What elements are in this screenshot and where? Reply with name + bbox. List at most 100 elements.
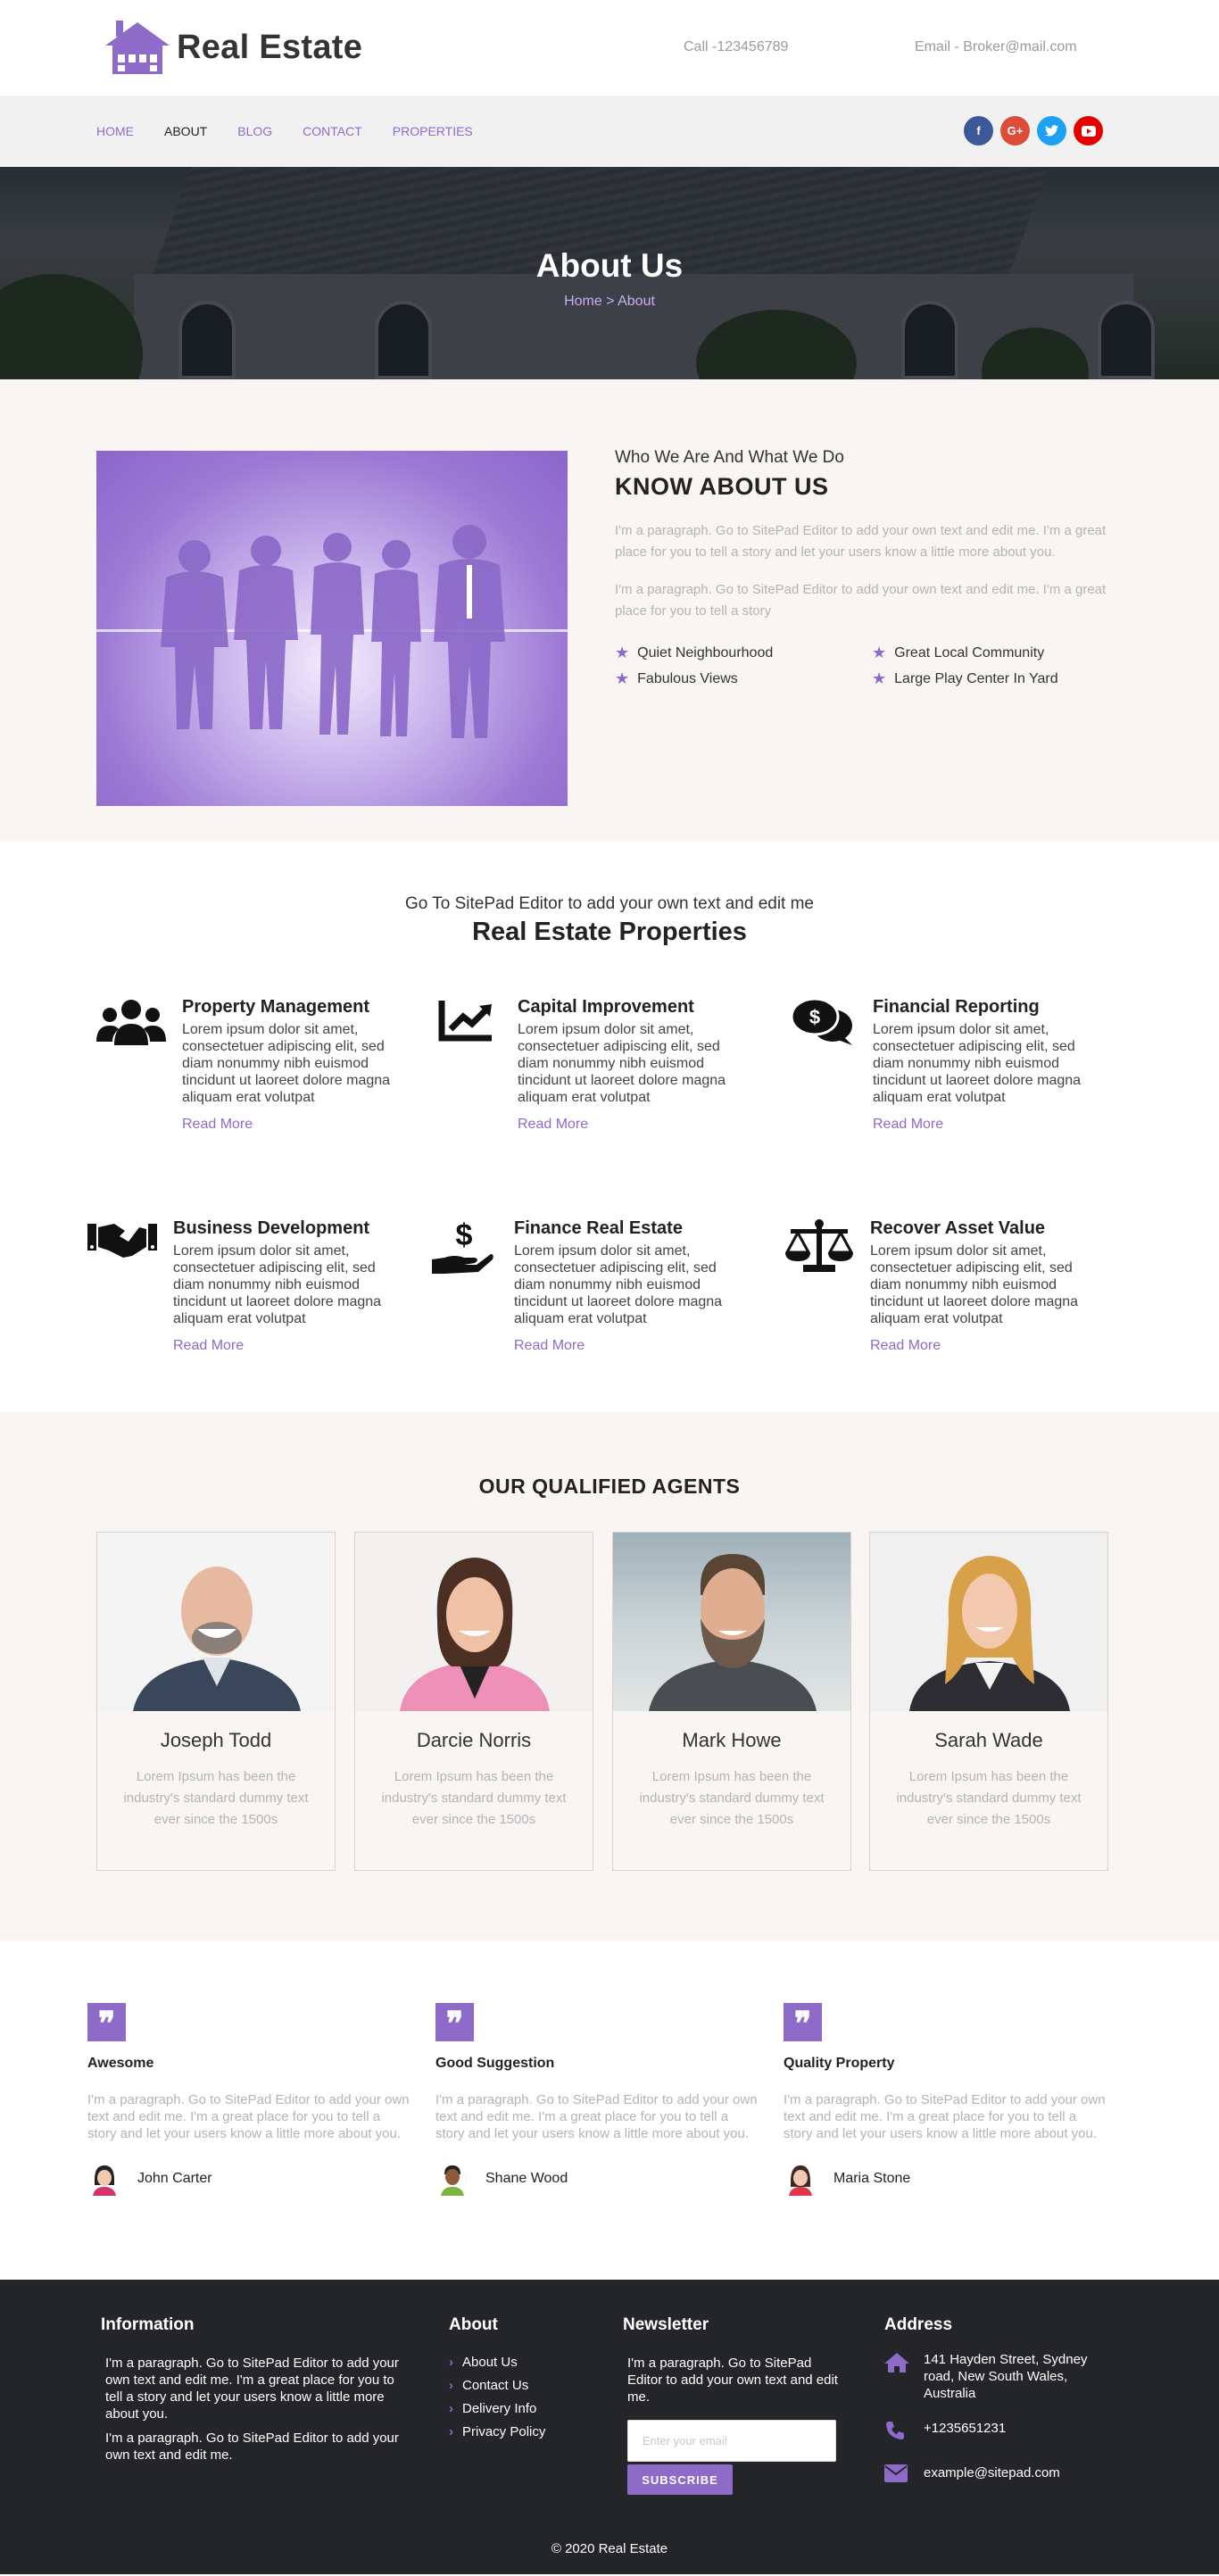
twitter-icon[interactable] — [1037, 116, 1066, 145]
header-phone: Call -123456789 — [684, 39, 789, 54]
chevron-right-icon: › — [449, 2401, 453, 2416]
star-icon: ★ — [615, 669, 630, 687]
nav-home[interactable]: HOME — [96, 124, 134, 138]
service-description: Lorem ipsum dolor sit amet, consectetuer… — [870, 1243, 1079, 1326]
social-links: f G+ — [964, 116, 1103, 145]
quote-icon: ❞ — [784, 2003, 822, 2041]
footer-link-contact-us[interactable]: › Contact Us — [449, 2378, 592, 2393]
page-title: About Us — [535, 247, 684, 284]
footer-heading: Address — [884, 2315, 953, 2334]
breadcrumb-separator: > — [601, 294, 618, 309]
phone-text[interactable]: +1235651231 — [924, 2420, 1006, 2437]
agent-photo — [97, 1533, 335, 1711]
about-paragraph: I'm a paragraph. Go to SitePad Editor to… — [615, 582, 1107, 619]
header-email: Email - Broker@mail.com — [915, 39, 1077, 54]
nav-about[interactable]: ABOUT — [164, 124, 207, 138]
testimonial-card: ❞ Awesome I'm a paragraph. Go to SitePad… — [87, 2003, 412, 2196]
hero-content: About Us Home > About — [0, 247, 1219, 310]
testimonial-text: I'm a paragraph. Go to SitePad Editor to… — [87, 2092, 410, 2141]
users-icon — [96, 997, 166, 1133]
youtube-icon[interactable] — [1074, 116, 1103, 145]
service-title: Financial Reporting — [873, 997, 1040, 1017]
service-description: Lorem ipsum dolor sit amet, consectetuer… — [873, 1022, 1082, 1105]
footer-link-delivery-info[interactable]: › Delivery Info — [449, 2401, 592, 2416]
chevron-right-icon: › — [449, 2355, 453, 2370]
svg-text:$: $ — [456, 1218, 473, 1252]
agent-photo — [870, 1533, 1107, 1711]
read-more-link[interactable]: Read More — [873, 1117, 1107, 1133]
email-row: example@sitepad.com — [884, 2464, 1116, 2484]
testimonial-title: Awesome — [87, 2056, 154, 2071]
agents-title: OUR QUALIFIED AGENTS — [478, 1475, 741, 1498]
agent-card[interactable]: Sarah Wade Lorem Ipsum has been the indu… — [869, 1532, 1108, 1871]
feature-list: ★ Quiet Neighbourhood ★ Great Local Commun… — [615, 644, 1124, 688]
about-team-image — [96, 451, 568, 806]
avatar — [87, 2162, 121, 2196]
svg-text:$: $ — [809, 1006, 820, 1028]
footer-links: › About Us › Contact Us › Delivery Info › Pr… — [449, 2355, 592, 2439]
service-title: Capital Improvement — [518, 997, 694, 1017]
star-icon: ★ — [615, 644, 630, 661]
service-card: Recover Asset Value Lorem ipsum dolor si… — [784, 1218, 1106, 1354]
house-logo-icon — [105, 20, 170, 74]
business-team-silhouette — [161, 525, 505, 738]
agent-name: Joseph Todd — [160, 1729, 272, 1751]
envelope-icon — [884, 2464, 909, 2484]
agent-card[interactable]: Joseph Todd Lorem Ipsum has been the ind… — [96, 1532, 336, 1871]
read-more-link[interactable]: Read More — [182, 1117, 416, 1133]
subscribe-button[interactable]: SUBSCRIBE — [627, 2464, 733, 2495]
newsletter-email-input[interactable] — [627, 2420, 836, 2462]
service-description: Lorem ipsum dolor sit amet, consectetuer… — [182, 1022, 391, 1105]
footer-paragraph: I'm a paragraph. Go to SitePad Editor to… — [105, 2356, 399, 2422]
footer-link-about-us[interactable]: › About Us — [449, 2355, 592, 2370]
feature-item: ★ Great Local Community — [872, 644, 1129, 662]
avatar — [435, 2162, 469, 2196]
footer-heading: Newsletter — [623, 2315, 709, 2334]
agent-description: Lorem Ipsum has been the industry's stan… — [639, 1769, 825, 1827]
footer-link-privacy-policy[interactable]: › Privacy Policy — [449, 2424, 592, 2439]
star-icon: ★ — [872, 669, 887, 687]
read-more-link[interactable]: Read More — [518, 1117, 751, 1133]
feature-item: ★ Fabulous Views — [615, 669, 872, 688]
email-text[interactable]: example@sitepad.com — [924, 2464, 1060, 2481]
nav-contact[interactable]: CONTACT — [303, 124, 362, 138]
chevron-right-icon: › — [449, 2378, 453, 2393]
footer-newsletter: Newsletter I'm a paragraph. Go to SitePa… — [623, 2315, 846, 2495]
breadcrumb: Home > About — [0, 294, 1219, 310]
agent-name: Sarah Wade — [934, 1729, 1043, 1751]
address-text: 141 Hayden Street, Sydney road, New Sout… — [924, 2352, 1088, 2401]
about-section: Who We Are And What We Do KNOW ABOUT US … — [0, 379, 1219, 841]
nav-blog[interactable]: BLOG — [237, 124, 272, 138]
footer-link-label: Privacy Policy — [462, 2424, 546, 2439]
footer-heading: About — [449, 2315, 498, 2334]
google-plus-icon[interactable]: G+ — [1000, 116, 1030, 145]
testimonial-author: Maria Stone — [784, 2162, 1108, 2196]
top-header: Real Estate Call -123456789 Email - Brok… — [0, 0, 1219, 96]
nav-properties[interactable]: PROPERTIES — [393, 124, 473, 138]
properties-subtitle: Go To SitePad Editor to add your own tex… — [404, 894, 815, 913]
facebook-icon[interactable]: f — [964, 116, 993, 145]
footer-information: Information I'm a paragraph. Go to SiteP… — [101, 2315, 404, 2464]
feature-item: ★ Quiet Neighbourhood — [615, 644, 872, 662]
brand-name: Real Estate — [177, 29, 363, 66]
agent-photo — [613, 1533, 850, 1711]
read-more-link[interactable]: Read More — [173, 1338, 407, 1354]
breadcrumb-home[interactable]: Home — [564, 294, 602, 309]
read-more-link[interactable]: Read More — [870, 1338, 1104, 1354]
home-icon — [884, 2351, 909, 2374]
chevron-right-icon: › — [449, 2424, 453, 2439]
quote-icon: ❞ — [435, 2003, 474, 2041]
agent-card[interactable]: Mark Howe Lorem Ipsum has been the indus… — [612, 1532, 851, 1871]
chart-line-icon — [432, 997, 502, 1133]
avatar — [784, 2162, 817, 2196]
service-title: Property Management — [182, 997, 370, 1017]
read-more-link[interactable]: Read More — [514, 1338, 748, 1354]
footer-paragraph: I'm a paragraph. Go to SitePad Editor to… — [105, 2431, 399, 2463]
agents-section: OUR QUALIFIED AGENTS Joseph Todd Lorem I… — [0, 1412, 1219, 1940]
site-logo[interactable]: Real Estate — [102, 19, 362, 78]
footer-link-label: Delivery Info — [462, 2401, 537, 2416]
agent-card[interactable]: Darcie Norris Lorem Ipsum has been the i… — [354, 1532, 593, 1871]
service-title: Recover Asset Value — [870, 1218, 1046, 1238]
copyright: © 2020 Real Estate — [551, 2541, 668, 2556]
testimonial-title: Quality Property — [784, 2056, 895, 2071]
